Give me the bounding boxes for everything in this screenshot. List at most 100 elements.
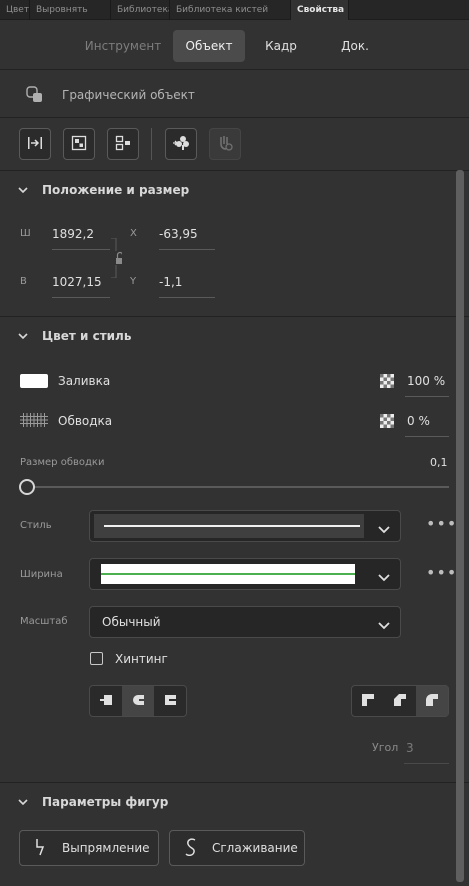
chevron-down-icon xyxy=(18,183,42,197)
stroke-size-slider-track[interactable] xyxy=(30,486,449,488)
checkerboard-icon[interactable] xyxy=(380,374,394,391)
smooth-label: Сглаживание xyxy=(212,841,298,855)
stroke-swatch-icon[interactable] xyxy=(20,413,48,430)
tab-color[interactable]: Цвет xyxy=(0,0,30,20)
x-field[interactable]: -63,95 xyxy=(159,223,198,245)
section-title: Цвет и стиль xyxy=(42,329,132,343)
position-size-header[interactable]: Положение и размер xyxy=(18,180,189,200)
mode-tab-object[interactable]: Объект xyxy=(173,30,245,62)
width-label: Ш xyxy=(20,228,31,239)
x-label: X xyxy=(130,228,137,239)
color-style-header[interactable]: Цвет и стиль xyxy=(18,326,131,346)
join-miter-icon xyxy=(360,692,376,711)
panel-scrollbar[interactable] xyxy=(456,170,464,882)
divider xyxy=(0,316,469,317)
underline xyxy=(404,763,449,764)
straighten-button[interactable]: Выпрямление xyxy=(19,830,159,866)
join-style-group xyxy=(351,685,449,717)
y-label: Y xyxy=(130,276,137,287)
chevron-down-icon xyxy=(18,329,42,343)
chevron-down-icon xyxy=(18,795,42,809)
smooth-button[interactable]: Сглаживание xyxy=(169,830,305,866)
straighten-label: Выпрямление xyxy=(62,841,150,855)
shape-params-header[interactable]: Параметры фигур xyxy=(18,792,168,812)
fill-color-swatch[interactable] xyxy=(20,374,48,388)
width-profile-more-icon[interactable]: ••• xyxy=(426,563,457,582)
height-field[interactable]: 1027,15 xyxy=(52,271,102,293)
swap-symbol-button[interactable] xyxy=(19,128,51,160)
mode-tab-document[interactable]: Док. xyxy=(326,30,384,62)
width-profile-label: Ширина xyxy=(20,569,63,580)
style-label: Стиль xyxy=(20,520,52,531)
chevron-down-icon xyxy=(378,523,390,537)
swap-symbol-icon xyxy=(27,135,43,154)
graphic-object-icon xyxy=(26,85,44,106)
mode-tab-frame[interactable]: Кадр xyxy=(252,30,310,62)
underline xyxy=(405,436,449,437)
lock-link[interactable] xyxy=(110,237,124,279)
width-field[interactable]: 1892,2 xyxy=(52,223,94,245)
height-label: В xyxy=(20,276,27,287)
y-field[interactable]: -1,1 xyxy=(159,271,182,293)
lock-icon xyxy=(116,251,124,264)
create-symbol-button[interactable] xyxy=(165,128,197,160)
hinting-label: Хинтинг xyxy=(115,652,168,666)
underline xyxy=(52,249,110,250)
straighten-icon xyxy=(34,838,62,859)
join-bevel-button[interactable] xyxy=(384,686,416,716)
bone-tool-button[interactable] xyxy=(209,128,241,160)
underline xyxy=(405,396,449,397)
tab-library[interactable]: Библиотека xyxy=(111,0,170,20)
stroke-style-preview xyxy=(94,514,364,538)
angle-field[interactable]: 3 xyxy=(406,737,414,759)
checkerboard-icon[interactable] xyxy=(380,414,394,431)
divider xyxy=(0,69,469,70)
symbol-icon xyxy=(172,135,190,154)
stroke-alpha-field[interactable]: 0 % xyxy=(407,410,430,432)
join-round-button[interactable] xyxy=(416,686,448,716)
underline xyxy=(52,297,110,298)
width-profile-dropdown[interactable] xyxy=(89,558,401,590)
cap-round-button[interactable] xyxy=(122,686,154,716)
underline xyxy=(159,249,215,250)
toolbar-divider xyxy=(151,128,152,160)
smooth-icon xyxy=(184,837,212,859)
mode-tabs: Инструмент Объект Кадр Док. xyxy=(0,30,469,62)
cap-square-button[interactable] xyxy=(154,686,186,716)
chevron-down-icon xyxy=(378,571,390,585)
fill-alpha-field[interactable]: 100 % xyxy=(407,370,445,392)
stroke-style-more-icon[interactable]: ••• xyxy=(426,514,457,533)
object-type-row: Графический объект xyxy=(26,84,195,106)
distribute-icon xyxy=(115,135,131,154)
join-miter-button[interactable] xyxy=(352,686,384,716)
fill-label: Заливка xyxy=(58,374,111,388)
scale-value: Обычный xyxy=(102,615,161,629)
mode-tab-tool[interactable]: Инструмент xyxy=(80,30,166,62)
break-apart-icon xyxy=(71,135,87,154)
scale-dropdown[interactable]: Обычный xyxy=(89,606,401,638)
section-title: Положение и размер xyxy=(42,183,190,197)
stroke-size-value[interactable]: 0,1 xyxy=(430,452,448,474)
distribute-button[interactable] xyxy=(107,128,139,160)
cap-style-group xyxy=(89,685,187,717)
underline xyxy=(159,297,215,298)
stroke-label: Обводка xyxy=(58,414,113,428)
divider xyxy=(0,782,469,783)
stroke-size-slider-knob[interactable] xyxy=(19,479,35,495)
tab-properties[interactable]: Свойства xyxy=(291,0,349,20)
stroke-style-dropdown[interactable] xyxy=(89,510,401,542)
break-apart-button[interactable] xyxy=(63,128,95,160)
object-type-label: Графический объект xyxy=(62,88,195,102)
tab-brush-library[interactable]: Библиотека кистей xyxy=(170,0,291,20)
cap-none-button[interactable] xyxy=(90,686,122,716)
angle-label: Угол xyxy=(372,741,399,754)
cap-square-icon xyxy=(162,692,178,711)
hinting-checkbox[interactable] xyxy=(90,652,103,665)
width-profile-preview xyxy=(101,564,355,584)
scale-label: Масштаб xyxy=(20,616,68,627)
divider xyxy=(0,170,469,171)
cap-none-icon xyxy=(98,692,114,711)
cap-round-icon xyxy=(130,692,146,711)
panel-tab-bar: Цвет Выровнять Библиотека Библиотека кис… xyxy=(0,0,469,20)
tab-align[interactable]: Выровнять xyxy=(30,0,111,20)
